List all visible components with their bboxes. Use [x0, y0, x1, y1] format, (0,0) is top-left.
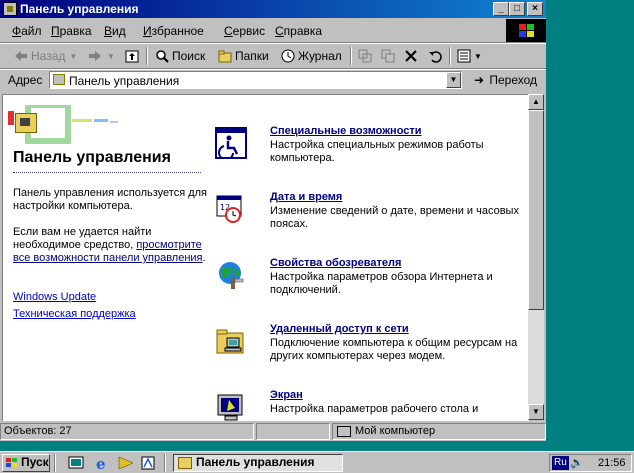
scroll-down-button[interactable]: ▼	[528, 404, 544, 420]
menu-edit[interactable]: Правка	[51, 24, 92, 38]
history-button[interactable]: Журнал	[281, 46, 342, 66]
accessibility-icon	[215, 127, 247, 159]
search-button[interactable]: Поиск	[155, 46, 205, 66]
move-to-icon	[358, 49, 372, 63]
show-desktop-icon[interactable]	[68, 455, 84, 471]
standard-toolbar: Назад ▼ ▼ Поиск Папки Журнал ▼	[0, 44, 546, 68]
views-icon	[457, 49, 471, 63]
date-time-icon: 12	[216, 195, 242, 223]
explorer-window: Панель управления _ □ × Файл Правка Вид …	[0, 0, 546, 441]
control-panel-icon	[53, 74, 65, 85]
delete-icon	[404, 49, 418, 63]
item-title[interactable]: Специальные возможности	[270, 125, 422, 137]
control-panel-icon	[15, 113, 37, 133]
windows-throbber-logo	[506, 19, 546, 42]
taskbar-item-control-panel[interactable]: Панель управления	[173, 454, 343, 472]
item-display[interactable]: Экран Настройка параметров рабочего стол…	[215, 389, 525, 421]
history-icon	[281, 49, 295, 63]
item-title[interactable]: Экран	[270, 389, 303, 401]
windows-update-link[interactable]: Windows Update	[13, 291, 96, 303]
start-button[interactable]: Пуск	[2, 454, 50, 472]
copy-to-icon	[381, 49, 395, 63]
menu-view[interactable]: Вид	[104, 24, 126, 38]
move-to-button[interactable]	[358, 46, 375, 66]
address-input[interactable]: Панель управления ▼	[49, 71, 462, 89]
menu-tools[interactable]: Сервис	[224, 24, 265, 38]
control-panel-icon	[178, 457, 192, 469]
menu-bar: Файл Правка Вид Избранное Сервис Справка	[0, 20, 546, 41]
item-dialup-network[interactable]: Удаленный доступ к сети Подключение комп…	[215, 323, 525, 383]
sidebar-help-text: Если вам не удается найти необходимое ср…	[13, 226, 206, 264]
title-bar[interactable]: Панель управления _ □ ×	[0, 0, 546, 18]
go-button[interactable]: ➜ Переход	[474, 73, 537, 87]
taskbar: Пуск e Панель управления Ru 🔈 21:56	[0, 451, 634, 473]
window-title: Панель управления	[20, 2, 139, 16]
forward-button[interactable]: ▼	[88, 46, 115, 66]
maximize-button[interactable]: □	[509, 2, 525, 16]
volume-icon[interactable]: 🔈	[570, 456, 584, 469]
up-folder-icon	[125, 49, 139, 63]
dialup-network-icon	[216, 329, 244, 354]
chevron-down-icon[interactable]: ▼	[107, 52, 115, 61]
back-button[interactable]: Назад ▼	[14, 46, 77, 66]
control-panel-icon[interactable]	[3, 2, 17, 16]
clock[interactable]: 21:56	[598, 457, 626, 469]
address-dropdown-button[interactable]: ▼	[446, 72, 461, 88]
item-date-time[interactable]: 12 Дата и время Изменение сведений о дат…	[215, 191, 525, 251]
up-folder-button[interactable]	[125, 46, 142, 66]
svg-text:e: e	[96, 455, 106, 471]
language-indicator[interactable]: Ru	[552, 456, 569, 470]
menu-favorites[interactable]: Избранное	[143, 24, 204, 38]
item-description: Настройка параметров обзора Интернета и …	[270, 271, 493, 296]
system-tray: Ru 🔈 21:56	[549, 454, 632, 472]
windows-logo-icon	[6, 458, 17, 467]
minimize-button[interactable]: _	[493, 2, 509, 16]
item-description: Настройка параметров рабочего стола и	[270, 403, 479, 415]
page-title: Панель управления	[13, 149, 171, 166]
go-arrow-icon: ➜	[474, 73, 485, 87]
delete-button[interactable]	[404, 46, 421, 66]
chevron-down-icon[interactable]: ▼	[69, 52, 77, 61]
outlook-express-icon[interactable]	[118, 455, 134, 471]
internet-explorer-icon[interactable]: e	[94, 455, 110, 471]
address-label: Адрес	[8, 73, 43, 87]
status-zone: Мой компьютер	[332, 423, 546, 440]
display-icon	[217, 394, 243, 421]
folders-button[interactable]: Папки	[218, 46, 269, 66]
item-internet-options[interactable]: Свойства обозревателя Настройка параметр…	[215, 257, 525, 317]
item-description: Подключение компьютера к общим ресурсам …	[270, 337, 518, 362]
status-bar: Объектов: 27 Мой компьютер	[0, 422, 546, 441]
search-icon	[155, 49, 169, 63]
item-description: Изменение сведений о дате, времени и час…	[270, 205, 519, 230]
item-accessibility[interactable]: Специальные возможности Настройка специа…	[215, 125, 525, 185]
status-object-count: Объектов: 27	[0, 423, 254, 440]
internet-options-icon	[219, 262, 244, 289]
channels-icon[interactable]	[140, 455, 156, 471]
scroll-thumb[interactable]	[528, 110, 544, 310]
chevron-down-icon[interactable]: ▼	[474, 52, 482, 61]
folders-icon	[218, 49, 232, 63]
item-description: Настройка специальных режимов работы ком…	[270, 139, 484, 164]
back-arrow-icon	[14, 49, 28, 63]
address-bar: Адрес Панель управления ▼ ➜ Переход	[0, 69, 546, 91]
item-title[interactable]: Дата и время	[270, 191, 342, 203]
undo-button[interactable]	[428, 46, 445, 66]
my-computer-icon	[337, 426, 351, 437]
web-view-content: Панель управления Панель управления испо…	[2, 94, 529, 421]
copy-to-button[interactable]	[381, 46, 398, 66]
sidebar-intro: Панель управления используется для настр…	[13, 187, 208, 212]
item-title[interactable]: Удаленный доступ к сети	[270, 323, 409, 335]
close-button[interactable]: ×	[527, 2, 543, 16]
menu-help[interactable]: Справка	[275, 24, 322, 38]
vertical-scrollbar[interactable]: ▲ ▼	[528, 94, 544, 420]
forward-arrow-icon	[88, 49, 102, 63]
item-title[interactable]: Свойства обозревателя	[270, 257, 401, 269]
scroll-up-button[interactable]: ▲	[528, 94, 544, 110]
views-button[interactable]: ▼	[457, 46, 482, 66]
menu-file[interactable]: Файл	[12, 24, 42, 38]
tech-support-link[interactable]: Техническая поддержка	[13, 308, 136, 320]
undo-icon	[428, 49, 442, 63]
